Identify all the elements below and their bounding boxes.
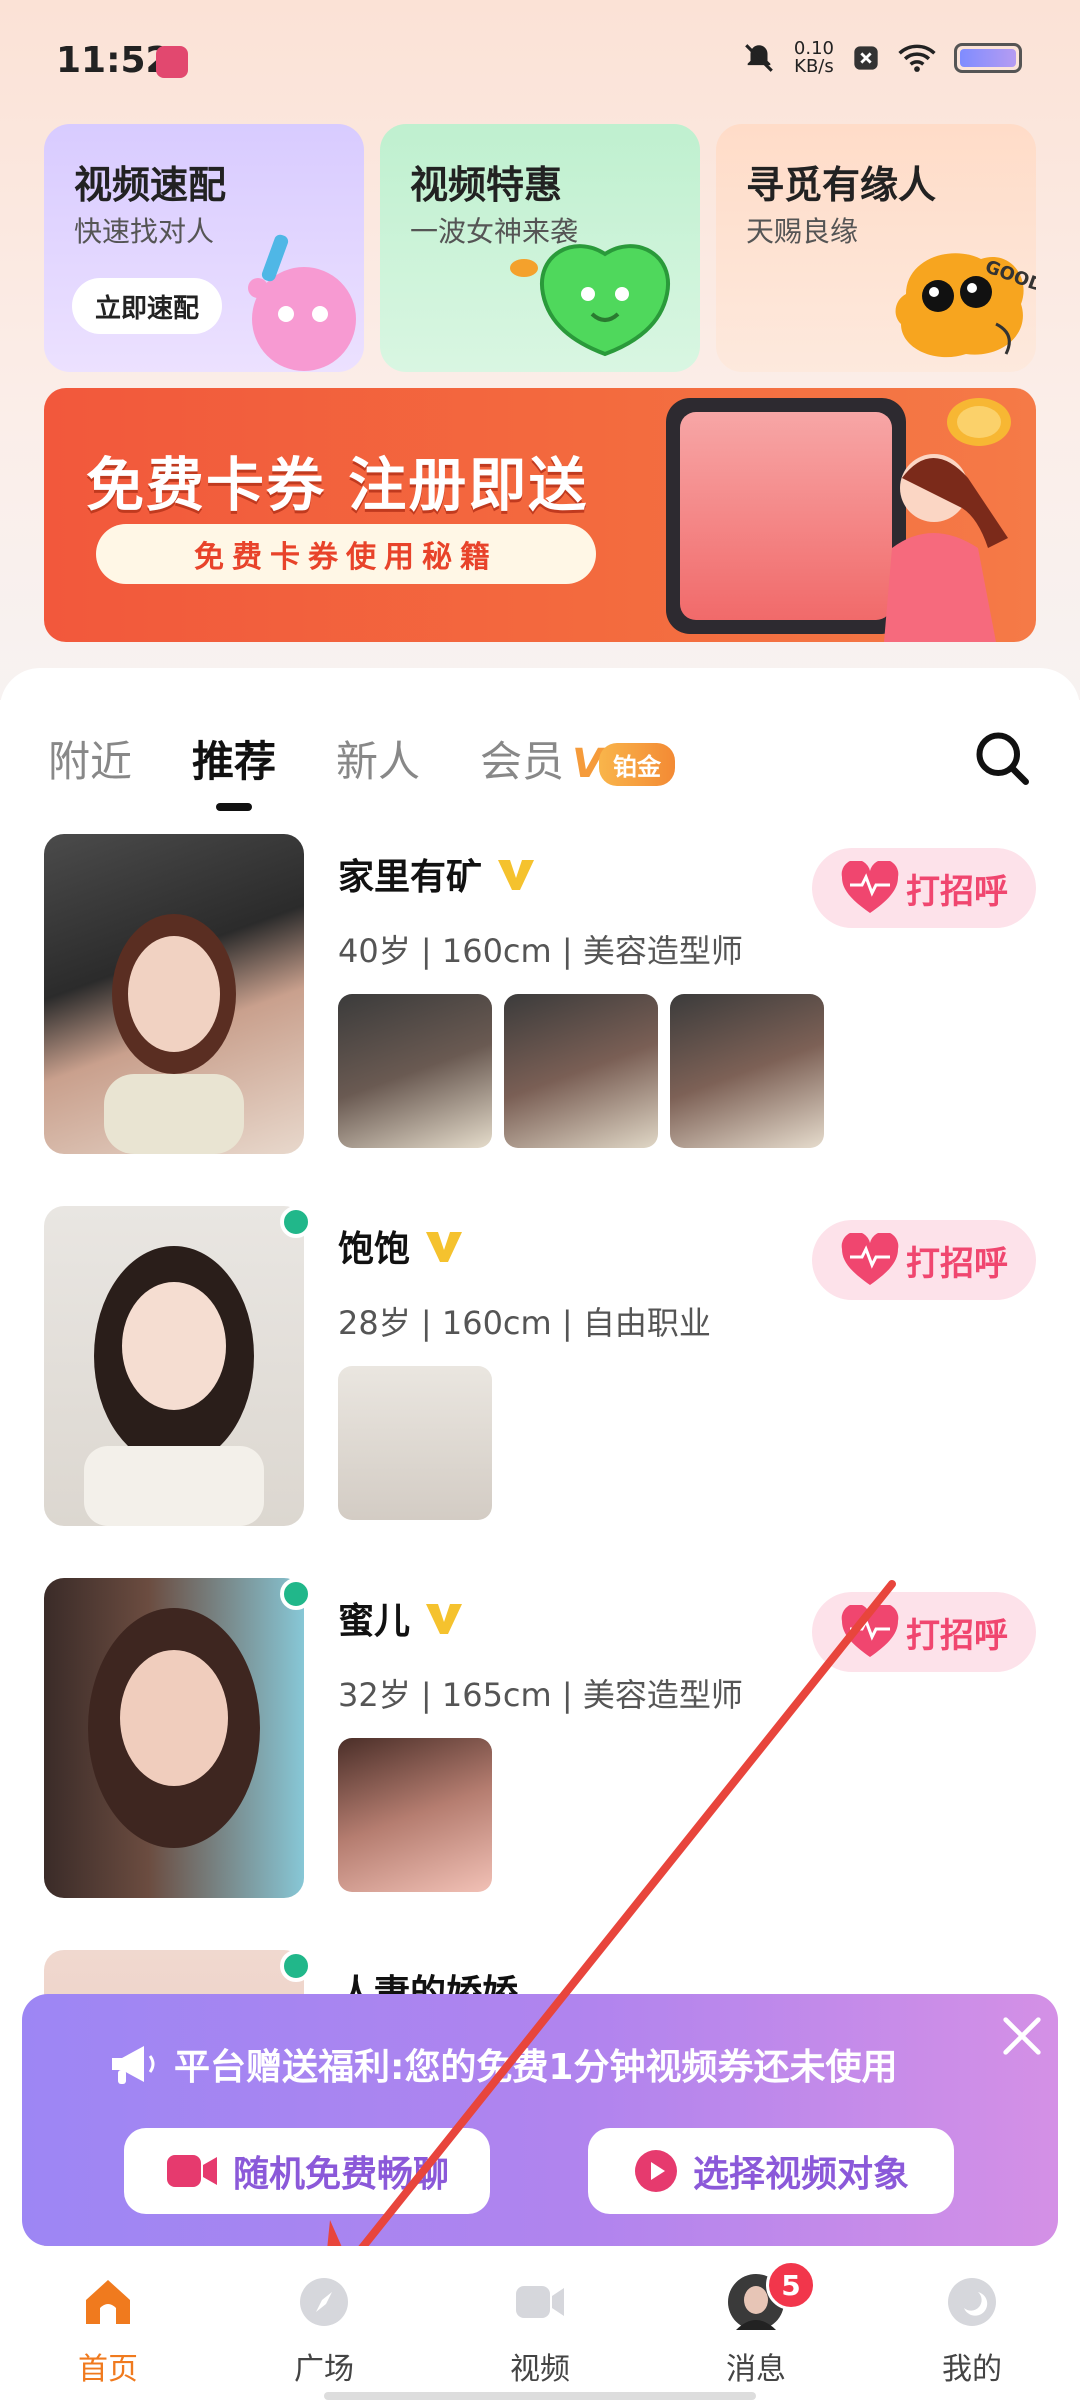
video-target-icon <box>634 2150 677 2192</box>
online-indicator <box>280 1578 312 1610</box>
profile-name: 蜜儿 <box>338 1592 464 1644</box>
card-subtitle: 快速找对人 <box>74 215 215 248</box>
card-subtitle: 天赐良缘 <box>746 215 859 248</box>
tab-member-label: 会员 <box>480 736 565 786</box>
nav-home[interactable]: 首页 <box>0 2246 216 2408</box>
photo-thumbnails <box>338 1738 492 1892</box>
card-video-match[interactable]: 视频速配 快速找对人 立即速配 <box>44 124 364 372</box>
tab-newbie[interactable]: 新人 <box>336 728 420 789</box>
promo-banner[interactable]: 免费卡券 注册即送 免费卡券使用秘籍 <box>44 388 1036 642</box>
heart-pulse-icon <box>841 1233 899 1285</box>
avatar-portrait <box>84 1246 264 1526</box>
app-notification-icon <box>156 46 188 78</box>
profile-info: 40岁 | 160cm | 美容造型师 <box>338 932 743 970</box>
compass-icon <box>300 2278 348 2326</box>
nav-video[interactable]: 视频 <box>432 2246 648 2408</box>
photo-thumb[interactable] <box>338 1738 492 1892</box>
profile-info: 28岁 | 160cm | 自由职业 <box>338 1304 711 1342</box>
network-speed: 0.10 KB/s <box>793 38 834 77</box>
mute-bell-icon <box>745 44 773 72</box>
photo-thumb[interactable] <box>504 994 658 1148</box>
card-find-match[interactable]: 寻觅有缘人 天赐良缘 GOOD <box>716 124 1036 372</box>
online-indicator <box>280 1206 312 1238</box>
orange-mascot-icon <box>895 253 1024 358</box>
banner-pill: 免费卡券使用秘籍 <box>96 524 596 584</box>
avatar-portrait <box>104 914 244 1154</box>
close-icon[interactable] <box>994 2008 1050 2064</box>
category-tabs: 附近 推荐 新人 会员 V 铂金 <box>48 718 676 798</box>
avatar[interactable] <box>44 834 304 1154</box>
status-icons: 0.10 KB/s <box>742 40 1022 76</box>
tab-nearby[interactable]: 附近 <box>48 728 132 789</box>
card-title: 视频速配 <box>74 163 227 207</box>
quick-match-button[interactable]: 立即速配 <box>72 278 222 334</box>
nav-messages[interactable]: 5 消息 <box>648 2246 864 2408</box>
girl-illustration <box>884 454 1008 642</box>
pink-mascot-icon <box>248 234 356 371</box>
profile-card[interactable]: 蜜儿 32岁 | 165cm | 美容造型师 打招呼 <box>44 1578 1036 1908</box>
greet-button[interactable]: 打招呼 <box>812 1220 1036 1300</box>
card-title: 视频特惠 <box>410 163 563 207</box>
platinum-label: 铂金 <box>599 742 676 786</box>
photo-thumb[interactable] <box>338 1366 492 1520</box>
feature-cards: 视频速配 快速找对人 立即速配 视频特惠 一波女神来袭 寻觅有缘人 天赐良缘 G… <box>44 124 1036 372</box>
platinum-vip-badge: V 铂金 <box>572 741 676 787</box>
card-video-discount[interactable]: 视频特惠 一波女神来袭 <box>380 124 700 372</box>
greet-button[interactable]: 打招呼 <box>812 848 1036 928</box>
heart-pulse-icon <box>841 1605 899 1657</box>
tab-recommended[interactable]: 推荐 <box>192 728 276 789</box>
wifi-icon <box>898 44 936 72</box>
unread-count-badge: 5 <box>766 2260 816 2310</box>
app-close-notification-icon <box>854 46 878 70</box>
vip-v-icon <box>426 1604 463 1634</box>
vip-v-icon <box>498 860 535 890</box>
home-indicator <box>324 2392 756 2400</box>
profile-card[interactable]: 家里有矿 40岁 | 160cm | 美容造型师 打招呼 <box>44 834 1036 1164</box>
card-title: 寻觅有缘人 <box>746 163 937 207</box>
vip-v-icon <box>426 1232 463 1262</box>
tab-member[interactable]: 会员 V 铂金 <box>480 728 676 789</box>
heart-pulse-icon <box>841 861 899 913</box>
profile-name: 饱饱 <box>338 1220 464 1272</box>
random-free-chat-button[interactable]: 随机免费畅聊 <box>124 2128 490 2214</box>
profile-icon <box>948 2278 996 2326</box>
banner-title: 免费卡券 注册即送 <box>86 451 589 519</box>
greet-button[interactable]: 打招呼 <box>812 1592 1036 1672</box>
gold-coin-icon <box>947 398 1011 446</box>
bottom-navigation: 首页 广场 视频 5 消息 我的 <box>0 2246 1080 2408</box>
profile-card[interactable]: 饱饱 28岁 | 160cm | 自由职业 打招呼 <box>44 1206 1036 1536</box>
avatar-portrait <box>88 1608 260 1848</box>
promo-message: 平台赠送福利:您的免费1分钟视频券还未使用 <box>108 2038 897 2090</box>
photo-thumbnails <box>338 1366 492 1520</box>
photo-thumb[interactable] <box>670 994 824 1148</box>
status-bar: 11:52 0.10 KB/s <box>0 0 1080 120</box>
nav-square[interactable]: 广场 <box>216 2246 432 2408</box>
choose-video-target-button[interactable]: 选择视频对象 <box>588 2128 954 2214</box>
avatar[interactable] <box>44 1206 304 1526</box>
megaphone-icon <box>112 2046 155 2084</box>
photo-thumbnails <box>338 994 824 1148</box>
free-video-promo: 平台赠送福利:您的免费1分钟视频券还未使用 随机免费畅聊 选择视频对象 <box>22 1994 1058 2246</box>
profile-name: 家里有矿 <box>338 848 536 900</box>
photo-thumb[interactable] <box>338 994 492 1148</box>
video-icon <box>516 2286 564 2318</box>
green-mascot-icon <box>510 244 671 357</box>
home-icon <box>86 2280 130 2324</box>
battery-icon <box>954 43 1022 73</box>
avatar[interactable] <box>44 1578 304 1898</box>
video-camera-icon <box>166 2155 217 2187</box>
profile-info: 32岁 | 165cm | 美容造型师 <box>338 1676 743 1714</box>
clock: 11:52 <box>56 40 171 81</box>
online-indicator <box>280 1950 312 1982</box>
nav-profile[interactable]: 我的 <box>864 2246 1080 2408</box>
search-icon[interactable] <box>972 728 1032 788</box>
